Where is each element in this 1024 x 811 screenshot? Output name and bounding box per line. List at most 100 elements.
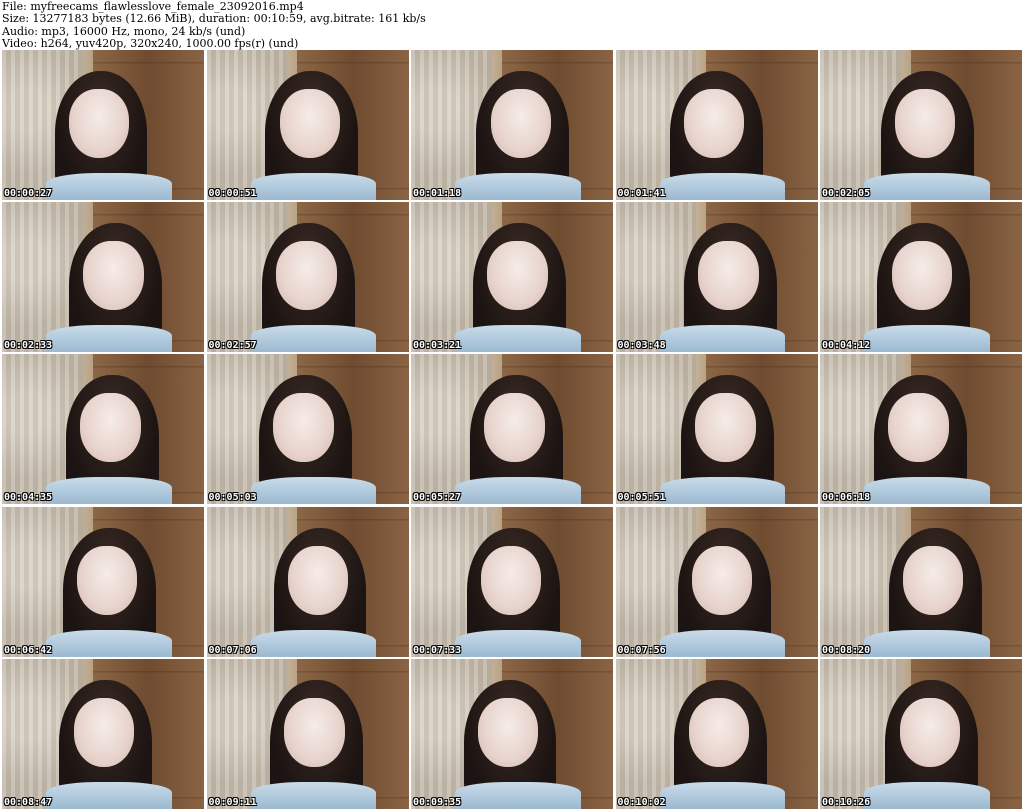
video-thumbnail[interactable]: 00:04:35 bbox=[2, 354, 204, 505]
person-face bbox=[691, 545, 753, 615]
video-thumbnail[interactable]: 00:02:57 bbox=[206, 202, 409, 353]
thumbnail-timestamp: 00:05:27 bbox=[413, 492, 462, 504]
person-shirt bbox=[46, 781, 172, 809]
thumbnail-timestamp: 00:07:06 bbox=[208, 644, 257, 656]
video-thumbnail[interactable]: 00:01:18 bbox=[411, 50, 613, 200]
thumbnail-timestamp: 00:05:51 bbox=[617, 492, 666, 504]
person-shirt bbox=[455, 325, 581, 353]
person-face bbox=[891, 241, 953, 311]
person-shirt bbox=[46, 629, 172, 657]
thumbnail-grid: 00:00:27 00:00:51 00:01:18 00:01:41 00:02:05… bbox=[2, 50, 1022, 809]
video-thumbnail[interactable]: 00:09:35 bbox=[411, 658, 613, 809]
video-thumbnail[interactable]: 00:07:06 bbox=[206, 506, 409, 657]
video-thumbnail[interactable]: 00:00:51 bbox=[206, 50, 409, 200]
person-shirt bbox=[864, 173, 990, 200]
person-shirt bbox=[250, 781, 377, 809]
video-thumbnail[interactable]: 00:07:56 bbox=[615, 506, 818, 657]
thumbnail-timestamp: 00:01:41 bbox=[617, 188, 666, 199]
person-shirt bbox=[659, 477, 786, 505]
video-thumbnail[interactable]: 00:00:27 bbox=[2, 50, 204, 200]
video-thumbnail[interactable]: 00:07:33 bbox=[411, 506, 613, 657]
video-thumbnail[interactable]: 00:09:11 bbox=[206, 658, 409, 809]
thumbnail-timestamp: 00:06:42 bbox=[4, 644, 53, 656]
person-shirt bbox=[864, 629, 990, 657]
person-face bbox=[83, 241, 144, 311]
person-face bbox=[76, 545, 138, 615]
thumbnail-timestamp: 00:10:02 bbox=[617, 796, 666, 808]
person-face bbox=[287, 545, 349, 615]
thumbnail-timestamp: 00:03:21 bbox=[413, 340, 462, 352]
video-thumbnail[interactable]: 00:02:33 bbox=[2, 202, 204, 353]
contact-sheet-header: File: myfreecams_flawlesslove_female_230… bbox=[0, 0, 1024, 50]
person-face bbox=[698, 241, 759, 311]
person-face bbox=[484, 393, 545, 463]
person-shirt bbox=[864, 781, 990, 809]
video-thumbnail[interactable]: 00:06:18 bbox=[820, 354, 1022, 505]
video-thumbnail[interactable]: 00:01:41 bbox=[615, 50, 818, 200]
person-shirt bbox=[659, 325, 786, 353]
person-shirt bbox=[46, 173, 172, 200]
person-face bbox=[888, 393, 949, 463]
person-shirt bbox=[455, 173, 581, 200]
thumbnail-timestamp: 00:00:27 bbox=[4, 188, 53, 199]
video-thumbnail[interactable]: 00:08:20 bbox=[820, 506, 1022, 657]
person-face bbox=[487, 241, 548, 311]
thumbnail-timestamp: 00:00:51 bbox=[208, 188, 257, 199]
thumbnail-timestamp: 00:02:57 bbox=[208, 340, 257, 352]
video-thumbnail[interactable]: 00:06:42 bbox=[2, 506, 204, 657]
person-face bbox=[284, 697, 346, 767]
thumbnail-timestamp: 00:07:33 bbox=[413, 644, 462, 656]
video-thumbnail[interactable]: 00:02:05 bbox=[820, 50, 1022, 200]
person-face bbox=[276, 241, 337, 311]
size-info-line: Size: 13277183 bytes (12.66 MiB), durati… bbox=[2, 12, 426, 26]
thumbnail-timestamp: 00:02:33 bbox=[4, 340, 53, 352]
person-face bbox=[480, 545, 542, 615]
person-face bbox=[894, 89, 956, 158]
person-shirt bbox=[250, 173, 377, 200]
person-shirt bbox=[659, 781, 786, 809]
person-face bbox=[68, 89, 130, 158]
thumbnail-timestamp: 00:04:12 bbox=[822, 340, 871, 352]
person-shirt bbox=[864, 477, 990, 505]
person-shirt bbox=[455, 629, 581, 657]
person-shirt bbox=[659, 629, 786, 657]
person-face bbox=[688, 697, 750, 767]
thumbnail-timestamp: 00:08:20 bbox=[822, 644, 871, 656]
thumbnail-timestamp: 00:07:56 bbox=[617, 644, 666, 656]
person-face bbox=[273, 393, 334, 463]
person-face bbox=[477, 697, 539, 767]
thumbnail-timestamp: 00:04:35 bbox=[4, 492, 53, 504]
thumbnail-timestamp: 00:01:18 bbox=[413, 188, 462, 199]
person-face bbox=[902, 545, 964, 615]
person-shirt bbox=[250, 325, 377, 353]
person-face bbox=[279, 89, 341, 158]
video-thumbnail[interactable]: 00:03:21 bbox=[411, 202, 613, 353]
person-shirt bbox=[659, 173, 786, 200]
person-face bbox=[899, 697, 961, 767]
thumbnail-timestamp: 00:06:18 bbox=[822, 492, 871, 504]
person-face bbox=[73, 697, 135, 767]
video-info-line: Video: h264, yuv420p, 320x240, 1000.00 f… bbox=[2, 37, 299, 51]
person-shirt bbox=[250, 477, 377, 505]
person-shirt bbox=[250, 629, 377, 657]
thumbnail-timestamp: 00:09:35 bbox=[413, 796, 462, 808]
thumbnail-timestamp: 00:05:03 bbox=[208, 492, 257, 504]
video-thumbnail[interactable]: 00:03:48 bbox=[615, 202, 818, 353]
person-shirt bbox=[46, 325, 172, 353]
video-thumbnail[interactable]: 00:08:47 bbox=[2, 658, 204, 809]
thumbnail-timestamp: 00:09:11 bbox=[208, 796, 257, 808]
video-thumbnail[interactable]: 00:05:03 bbox=[206, 354, 409, 505]
thumbnail-timestamp: 00:02:05 bbox=[822, 188, 871, 199]
video-thumbnail[interactable]: 00:10:02 bbox=[615, 658, 818, 809]
thumbnail-timestamp: 00:03:48 bbox=[617, 340, 666, 352]
video-thumbnail[interactable]: 00:05:51 bbox=[615, 354, 818, 505]
person-face bbox=[490, 89, 552, 158]
video-thumbnail[interactable]: 00:10:26 bbox=[820, 658, 1022, 809]
person-face bbox=[683, 89, 745, 158]
person-shirt bbox=[455, 781, 581, 809]
video-thumbnail[interactable]: 00:05:27 bbox=[411, 354, 613, 505]
video-thumbnail[interactable]: 00:04:12 bbox=[820, 202, 1022, 353]
person-face bbox=[79, 393, 141, 463]
thumbnail-timestamp: 00:08:47 bbox=[4, 796, 53, 808]
person-shirt bbox=[864, 325, 990, 353]
